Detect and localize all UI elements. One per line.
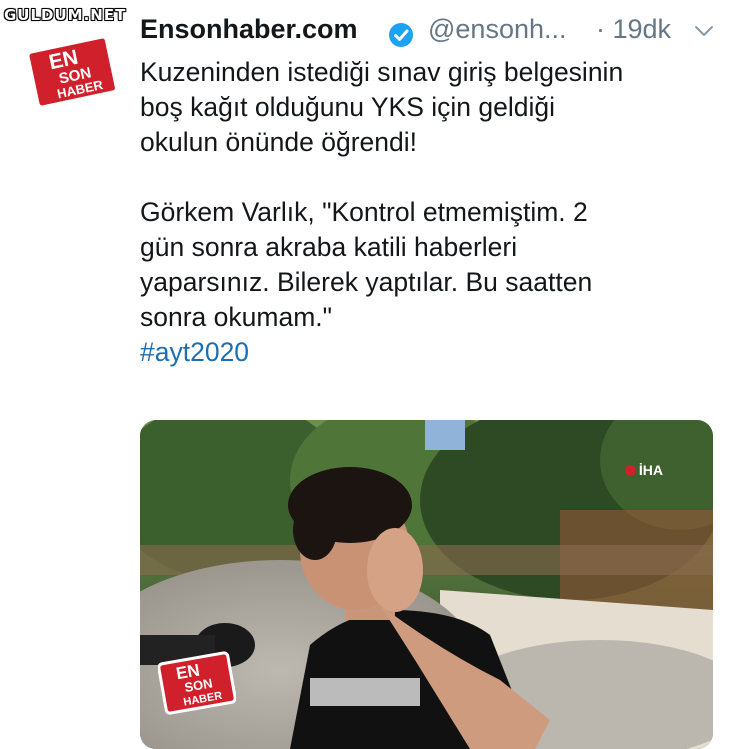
agency-label: İHA bbox=[638, 462, 663, 478]
author-handle[interactable]: @ensonh... bbox=[428, 14, 567, 45]
tweet-line: Kuzeninden istediği sınav giriş belgesin… bbox=[140, 57, 624, 87]
media-brand-logo: EN SON HABER bbox=[158, 648, 236, 718]
tweet-line: gün sonra akraba katili haberleri bbox=[140, 232, 518, 262]
site-watermark: GULDUM.NET bbox=[4, 6, 127, 24]
author-name[interactable]: Ensonhaber.com bbox=[140, 14, 358, 45]
tweet-media[interactable]: İHA EN SON HABER bbox=[140, 420, 713, 749]
tweet-line: Görkem Varlık, "Kontrol etmemiştim. 2 bbox=[140, 197, 588, 227]
tweet-line: okulun önünde öğrendi! bbox=[140, 127, 418, 157]
author-avatar[interactable]: EN SON HABER bbox=[26, 30, 118, 112]
tweet-header: Ensonhaber.com @ensonh... · 19dk bbox=[140, 14, 730, 50]
iha-logo-icon bbox=[624, 465, 636, 476]
tweet-line: boş kağıt olduğunu YKS için geldiği bbox=[140, 92, 555, 122]
verified-badge-icon bbox=[388, 22, 414, 48]
hashtag-link[interactable]: #ayt2020 bbox=[140, 335, 710, 370]
tweet-line: sonra okumam." bbox=[140, 302, 333, 332]
chevron-down-icon[interactable] bbox=[693, 22, 715, 40]
tweet-line: yaparsınız. Bilerek yaptılar. Bu saatten bbox=[140, 267, 593, 297]
tweet-timestamp[interactable]: · 19dk bbox=[596, 14, 671, 45]
agency-logo: İHA bbox=[624, 462, 663, 478]
tweet-text: Kuzeninden istediği sınav giriş belgesin… bbox=[140, 55, 710, 370]
